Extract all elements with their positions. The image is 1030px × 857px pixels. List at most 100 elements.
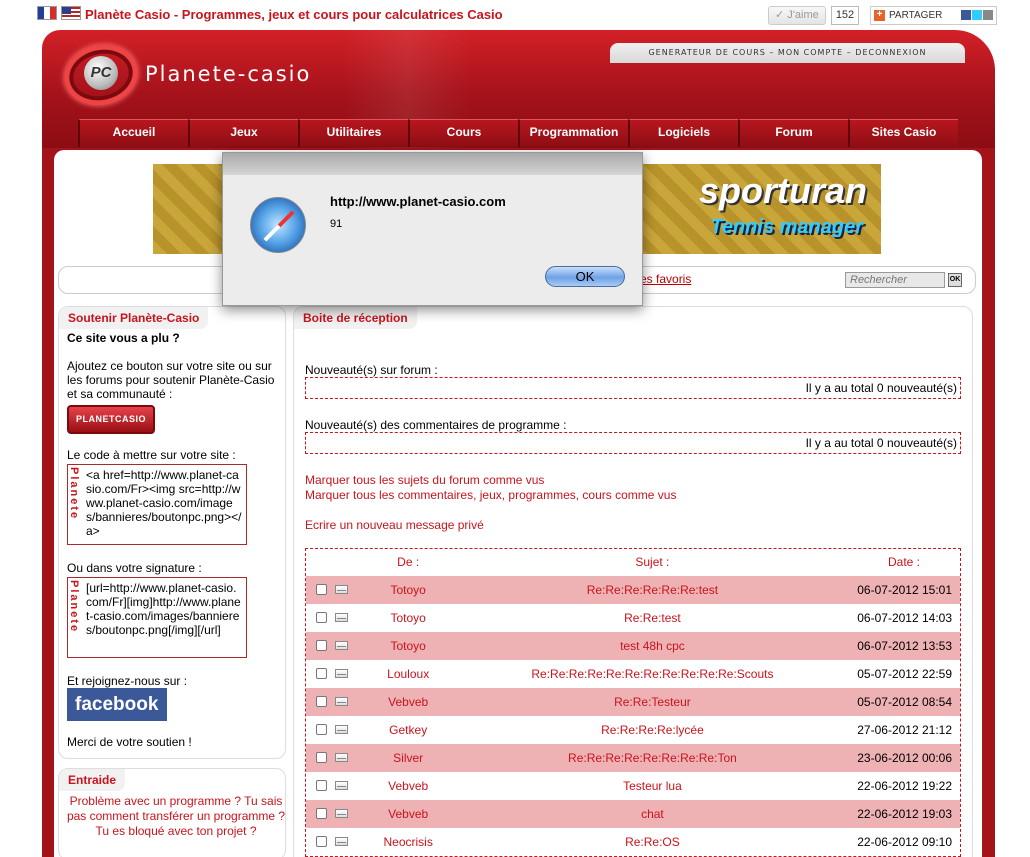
twitter-icon[interactable] bbox=[972, 10, 982, 20]
table-header: De : Sujet : Date : bbox=[306, 549, 960, 576]
logo-icon[interactable]: PC bbox=[84, 56, 118, 90]
plus-icon: + bbox=[874, 10, 885, 21]
message-sender[interactable]: Totoyo bbox=[356, 604, 461, 632]
french-flag-icon[interactable] bbox=[37, 6, 57, 20]
nav-tab-programmation[interactable]: Programmation bbox=[518, 119, 628, 147]
entraide-title: Entraide bbox=[59, 769, 126, 791]
select-checkbox[interactable] bbox=[316, 836, 327, 847]
message-sender[interactable]: Vebveb bbox=[356, 688, 461, 716]
new-message-link[interactable]: Ecrire un nouveau message privé bbox=[305, 518, 484, 533]
dialog-message: 91 bbox=[330, 218, 343, 230]
message-subject[interactable]: Re:Re:Testeur bbox=[461, 688, 845, 716]
header-date: Date : bbox=[887, 555, 920, 569]
envelope-icon bbox=[335, 837, 348, 846]
message-sender[interactable]: Totoyo bbox=[356, 576, 461, 604]
dialog-ok-button[interactable]: OK bbox=[545, 266, 625, 287]
envelope-icon bbox=[335, 781, 348, 790]
envelope-icon bbox=[335, 641, 348, 650]
bbcode-textarea[interactable]: Planete [url=http://www.planet-casio.com… bbox=[67, 577, 247, 658]
favorites-link[interactable]: es favoris bbox=[640, 272, 691, 286]
select-checkbox[interactable] bbox=[316, 584, 327, 595]
message-date: 06-07-2012 14:03 bbox=[857, 611, 952, 625]
message-sender[interactable]: Silver bbox=[356, 744, 461, 772]
table-row[interactable]: Totoyo test 48h cpc 06-07-2012 13:53 bbox=[306, 632, 960, 660]
header-from: De : bbox=[397, 555, 420, 569]
code-vertical-label: Planete bbox=[68, 580, 80, 634]
message-date: 27-06-2012 21:12 bbox=[857, 723, 952, 737]
table-row[interactable]: Vebveb Testeur lua 22-06-2012 19:22 bbox=[306, 772, 960, 800]
message-subject[interactable]: Re:Re:Re:Re:Re:Re:Re:Re:Ton bbox=[461, 744, 845, 772]
table-row[interactable]: Louloux Re:Re:Re:Re:Re:Re:Re:Re:Re:Re:Re… bbox=[306, 660, 960, 688]
message-subject[interactable]: Testeur lua bbox=[461, 772, 845, 800]
message-subject[interactable]: Re:Re:test bbox=[461, 604, 845, 632]
nav-tab-jeux[interactable]: Jeux bbox=[188, 119, 298, 147]
message-subject[interactable]: test 48h cpc bbox=[461, 632, 845, 660]
message-date: 06-07-2012 15:01 bbox=[857, 583, 952, 597]
message-sender[interactable]: Vebveb bbox=[356, 800, 461, 828]
envelope-icon bbox=[335, 669, 348, 678]
search-ok-button[interactable]: OK bbox=[948, 273, 962, 287]
nav-tab-accueil[interactable]: Accueil bbox=[78, 119, 188, 147]
message-subject[interactable]: chat bbox=[461, 800, 845, 828]
message-date: 05-07-2012 08:54 bbox=[857, 695, 952, 709]
forum-news-count: Il y a au total 0 nouveauté(s) bbox=[305, 377, 961, 399]
like-count: 152 bbox=[831, 6, 859, 25]
select-checkbox[interactable] bbox=[316, 808, 327, 819]
message-date: 23-06-2012 00:06 bbox=[857, 751, 952, 765]
dialog-titlebar bbox=[223, 153, 642, 175]
select-checkbox[interactable] bbox=[316, 724, 327, 735]
message-subject[interactable]: Re:Re:Re:Re:Re:Re:Re:Re:Re:Re:Re:Scouts bbox=[461, 660, 845, 688]
facebook-button[interactable]: facebook bbox=[67, 688, 167, 721]
table-row[interactable]: Getkey Re:Re:Re:Re:lycée 27-06-2012 21:1… bbox=[306, 716, 960, 744]
html-code: <a href=http://www.planet-casio.com/Fr><… bbox=[86, 468, 242, 538]
nav-tab-logiciels[interactable]: Logiciels bbox=[628, 119, 738, 147]
banner-title: sporturan bbox=[698, 170, 867, 211]
dialog-url: http://www.planet-casio.com bbox=[330, 194, 506, 209]
message-sender[interactable]: Louloux bbox=[356, 660, 461, 688]
nav-tab-sites-casio[interactable]: Sites Casio bbox=[848, 119, 958, 147]
table-row[interactable]: Silver Re:Re:Re:Re:Re:Re:Re:Re:Ton 23-06… bbox=[306, 744, 960, 772]
select-checkbox[interactable] bbox=[316, 640, 327, 651]
nav-tab-utilitaires[interactable]: Utilitaires bbox=[298, 119, 408, 147]
select-checkbox[interactable] bbox=[316, 612, 327, 623]
english-flag-icon[interactable] bbox=[61, 6, 81, 20]
html-code-textarea[interactable]: Planete <a href=http://www.planet-casio.… bbox=[67, 464, 247, 545]
select-checkbox[interactable] bbox=[316, 780, 327, 791]
entraide-text[interactable]: Problème avec un programme ? Tu sais pas… bbox=[66, 794, 286, 839]
table-row[interactable]: Vebveb Re:Re:Testeur 05-07-2012 08:54 bbox=[306, 688, 960, 716]
message-sender[interactable]: Getkey bbox=[356, 716, 461, 744]
table-row[interactable]: Vebveb chat 22-06-2012 19:03 bbox=[306, 800, 960, 828]
planetcasio-button[interactable]: PLANETCASIO bbox=[67, 405, 155, 434]
message-sender[interactable]: Vebveb bbox=[356, 772, 461, 800]
message-sender[interactable]: Totoyo bbox=[356, 632, 461, 660]
table-row[interactable]: Totoyo Re:Re:test 06-07-2012 14:03 bbox=[306, 604, 960, 632]
nav-tab-cours[interactable]: Cours bbox=[408, 119, 518, 147]
facebook-like-button[interactable]: ✓ J'aime bbox=[768, 6, 826, 25]
comments-news-count: Il y a au total 0 nouveauté(s) bbox=[305, 432, 961, 454]
envelope-icon bbox=[335, 809, 348, 818]
mark-forum-read-link[interactable]: Marquer tous les sujets du forum comme v… bbox=[305, 473, 544, 488]
select-checkbox[interactable] bbox=[316, 696, 327, 707]
header-subject: Sujet : bbox=[635, 555, 670, 569]
facebook-icon[interactable] bbox=[961, 10, 971, 20]
message-subject[interactable]: Re:Re:OS bbox=[461, 828, 845, 856]
safari-compass-icon bbox=[250, 197, 306, 253]
share-icons bbox=[961, 10, 993, 20]
message-date: 06-07-2012 13:53 bbox=[857, 639, 952, 653]
message-subject[interactable]: Re:Re:Re:Re:lycée bbox=[461, 716, 845, 744]
support-box-title: Soutenir Planète-Casio bbox=[59, 307, 209, 329]
share-button[interactable]: + PARTAGER bbox=[870, 6, 997, 25]
message-subject[interactable]: Re:Re:Re:Re:Re:Re:test bbox=[461, 576, 845, 604]
select-checkbox[interactable] bbox=[316, 668, 327, 679]
table-row[interactable]: Neocrisis Re:Re:OS 22-06-2012 09:10 bbox=[306, 828, 960, 856]
select-checkbox[interactable] bbox=[316, 752, 327, 763]
logo-text[interactable]: Planete-casio bbox=[145, 62, 311, 86]
search-input[interactable]: Rechercher bbox=[845, 272, 945, 288]
mark-comments-read-link[interactable]: Marquer tous les commentaires, jeux, pro… bbox=[305, 488, 676, 503]
message-sender[interactable]: Neocrisis bbox=[356, 828, 461, 856]
account-links[interactable]: GENERATEUR DE COURS – MON COMPTE – DECON… bbox=[610, 43, 965, 63]
email-icon[interactable] bbox=[983, 10, 993, 20]
top-bar: Planète Casio - Programmes, jeux et cour… bbox=[0, 0, 1030, 30]
nav-tab-forum[interactable]: Forum bbox=[738, 119, 848, 147]
table-row[interactable]: Totoyo Re:Re:Re:Re:Re:Re:test 06-07-2012… bbox=[306, 576, 960, 604]
